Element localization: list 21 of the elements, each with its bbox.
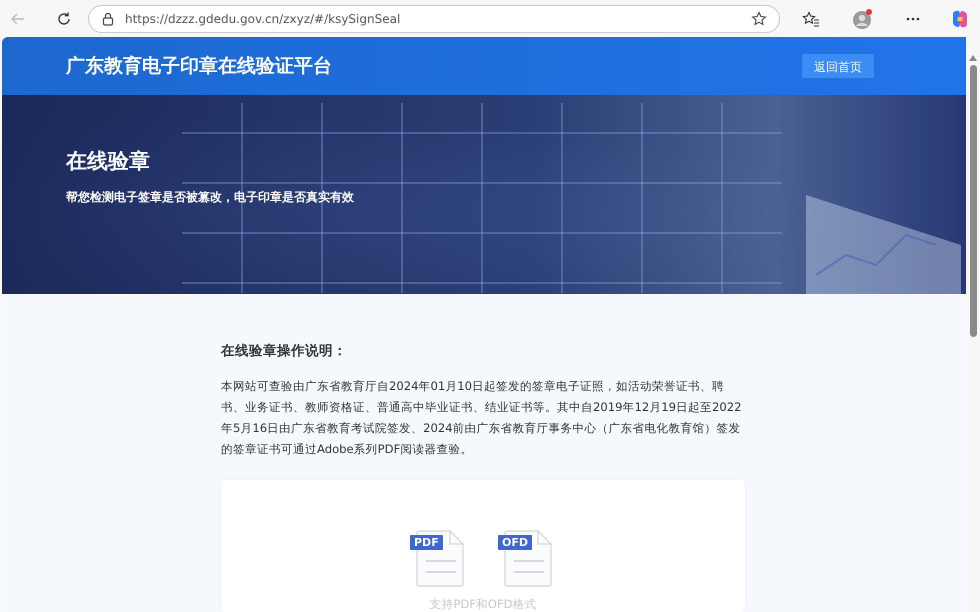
home-button[interactable]: 返回首页 [802, 54, 874, 78]
banner-title: 在线验章 [66, 148, 151, 175]
profile-icon[interactable] [852, 8, 874, 30]
banner-subtitle: 帮您检测电子签章是否被篡改，电子印章是否真实有效 [66, 188, 355, 206]
site-title: 广东教育电子印章在线验证平台 [66, 54, 332, 79]
star-icon[interactable] [751, 10, 767, 26]
reload-icon[interactable] [56, 10, 72, 26]
instructions-text: 本网站可查验由广东省教育厅自2024年01月10日起签发的签章电子证照，如活动荣誉证书、聘书、业务证书、教师资格证、普通高中毕业证书、结业证书等。其中自2019年12月19日起至2022年5月16日由广东省教育考试院签发、2024前由广东省教育厅事务中心（广东省电化教育馆）签发的签章证书可通过Adobe系列PDF阅读器查验。 [221, 378, 743, 458]
address-bar[interactable]: https://dzzz.gdedu.gov.cn/zxyz/#/ksySignSeal [88, 4, 780, 32]
instructions-heading: 在线验章操作说明： [221, 342, 348, 360]
scrollbar-thumb[interactable] [970, 65, 976, 337]
copilot-icon[interactable] [950, 8, 970, 28]
url-text: https://dzzz.gdedu.gov.cn/zxyz/#/ksySignSeal [125, 12, 402, 26]
lock-icon[interactable] [101, 12, 115, 26]
scroll-up-icon[interactable] [969, 55, 977, 61]
more-icon[interactable] [906, 16, 920, 20]
format-label: OFD [498, 535, 532, 550]
format-label: PDF [410, 535, 443, 550]
format-hint: 支持PDF和OFD格式 [430, 597, 536, 612]
upload-card[interactable]: PDF OFD 支持PDF和OFD格式 [221, 480, 745, 612]
favorites-icon[interactable] [802, 10, 820, 26]
